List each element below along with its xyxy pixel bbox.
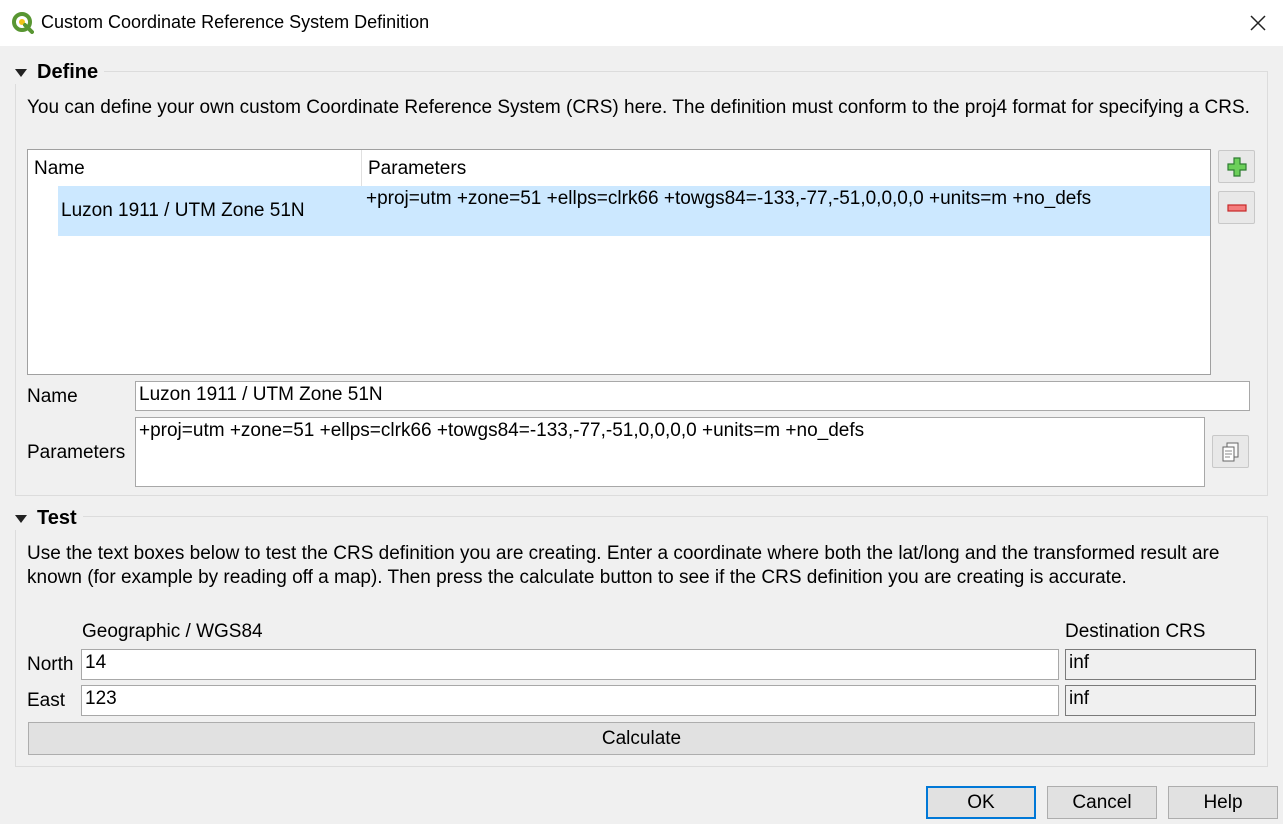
test-group-toggle[interactable]: Test xyxy=(15,507,83,530)
cancel-button[interactable]: Cancel xyxy=(1047,786,1157,819)
parameters-label: Parameters xyxy=(27,442,126,463)
title-bar: Custom Coordinate Reference System Defin… xyxy=(0,0,1283,46)
copy-parameters-button[interactable] xyxy=(1212,435,1249,468)
test-description: Use the text boxes below to test the CRS… xyxy=(27,543,1220,588)
define-description: You can define your own custom Coordinat… xyxy=(27,97,1250,118)
help-button-label: Help xyxy=(1203,791,1243,813)
copy-icon xyxy=(1222,442,1238,461)
east-input[interactable]: 123 xyxy=(81,685,1059,716)
name-label: Name xyxy=(27,386,78,407)
collapse-triangle-icon xyxy=(15,514,27,523)
define-group-toggle[interactable]: Define xyxy=(15,61,105,84)
table-header: Name Parameters xyxy=(28,150,1210,186)
ok-button-label: OK xyxy=(967,791,995,813)
column-divider[interactable] xyxy=(361,150,362,186)
east-label: East xyxy=(27,690,66,711)
column-header-parameters[interactable]: Parameters xyxy=(368,158,466,180)
north-destination-field: inf xyxy=(1065,649,1256,680)
ok-button[interactable]: OK xyxy=(926,786,1036,819)
collapse-triangle-icon xyxy=(15,68,27,77)
calculate-button[interactable]: Calculate xyxy=(28,722,1255,755)
east-destination-field: inf xyxy=(1065,685,1256,716)
parameters-input[interactable]: +proj=utm +zone=51 +ellps=clrk66 +towgs8… xyxy=(135,417,1205,487)
geographic-header: Geographic / WGS84 xyxy=(82,621,263,642)
destination-header: Destination CRS xyxy=(1065,621,1206,642)
north-input[interactable]: 14 xyxy=(81,649,1059,680)
add-crs-button[interactable] xyxy=(1218,150,1255,183)
cancel-button-label: Cancel xyxy=(1072,791,1132,813)
table-row[interactable]: Luzon 1911 / UTM Zone 51N +proj=utm +zon… xyxy=(58,186,1210,236)
help-button[interactable]: Help xyxy=(1168,786,1278,819)
row-name-cell: Luzon 1911 / UTM Zone 51N xyxy=(61,200,305,221)
close-icon xyxy=(1250,15,1266,31)
calculate-button-label: Calculate xyxy=(601,727,682,749)
remove-crs-button[interactable] xyxy=(1218,191,1255,224)
define-header: Define xyxy=(37,61,99,83)
north-label: North xyxy=(27,654,74,675)
column-header-name[interactable]: Name xyxy=(34,158,85,180)
minus-icon xyxy=(1226,203,1247,212)
crs-table[interactable]: Name Parameters Luzon 1911 / UTM Zone 51… xyxy=(27,149,1211,375)
qgis-logo-icon xyxy=(12,12,34,34)
test-header: Test xyxy=(37,507,77,529)
row-parameters-cell: +proj=utm +zone=51 +ellps=clrk66 +towgs8… xyxy=(366,188,1092,209)
plus-icon xyxy=(1226,156,1247,177)
name-input[interactable]: Luzon 1911 / UTM Zone 51N xyxy=(135,381,1250,411)
window-title: Custom Coordinate Reference System Defin… xyxy=(41,12,430,32)
close-button[interactable] xyxy=(1233,0,1283,46)
